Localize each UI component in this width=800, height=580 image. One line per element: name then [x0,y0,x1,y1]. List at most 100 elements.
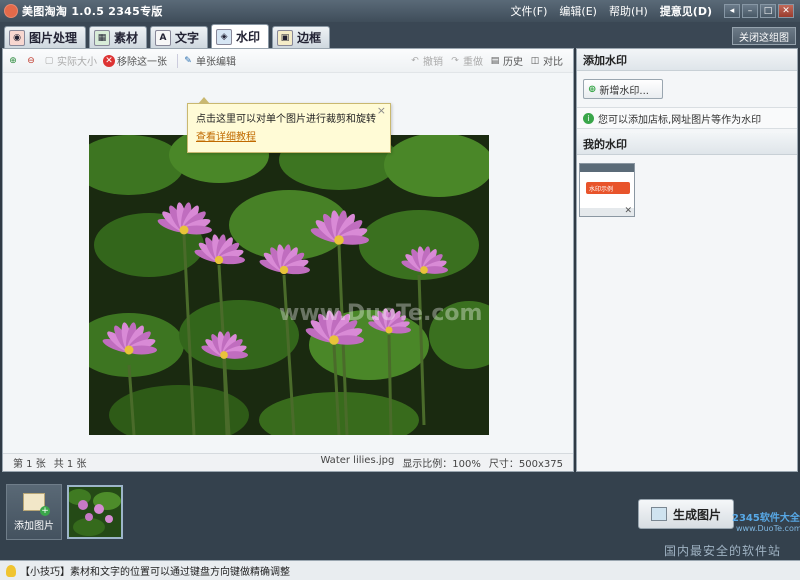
generate-image-label: 生成图片 [672,507,721,522]
watermark-info: i 您可以添加店标,网址图片等作为水印 [577,107,797,129]
add-image-icon [23,492,50,516]
delete-watermark-icon[interactable]: ✕ [624,206,632,216]
watermark-badge: 水印示例 [586,182,630,194]
menu-edit[interactable]: 编辑(E) [559,3,597,19]
add-image-label: 添加图片 [14,520,54,532]
my-watermarks-heading: 我的水印 [577,133,797,155]
watermark-icon: ◈ [216,28,233,45]
tooltip-tutorial-link[interactable]: 查看详细教程 [196,128,382,143]
add-watermark-button[interactable]: ⊕ 新增水印... [583,79,663,99]
close-image-group-button[interactable]: 关闭这组图 [732,27,796,45]
tooltip-close-icon[interactable]: × [377,104,386,117]
tab-label: 图片处理 [29,31,78,45]
compare-icon: ◫ [530,55,540,66]
image-strip: 添加图片 生成图片 2345软件大全 www.DuoTe.com 国内最安全的软… [0,472,800,560]
undo-icon: ↶ [411,55,419,66]
title-bar: 美图淘淘 1.0.5 2345专版 文件(F) 编辑(E) 帮助(H) 提意见(… [0,0,800,22]
menu-feedback[interactable]: 提意见(D) [660,3,712,19]
add-watermark-icon: ⊕ [588,83,597,95]
zoom-in-button[interactable]: ⊕ [7,55,19,67]
single-edit-label: 单张编辑 [196,57,236,68]
close-icon[interactable]: ✕ [778,4,794,18]
remove-image-label: 移除这一张 [117,57,167,68]
display-scale: 显示比例：100% [402,459,481,470]
tab-text[interactable]: A 文字 [150,26,209,48]
current-image-index: 第 1 张 [13,459,46,470]
tip-bar: 【小技巧】素材和文字的位置可以通过键盘方向键做精确调整 [0,560,800,580]
add-watermark-label: 新增水印... [599,85,649,97]
toolbar-divider [177,53,178,68]
tab-material[interactable]: ▦ 素材 [89,26,148,48]
watermark-side-panel: 添加水印 ⊕ 新增水印... i 您可以添加店标,网址图片等作为水印 我的水印 … [576,48,798,472]
generate-image-icon [650,507,667,521]
minimize-icon[interactable]: – [742,4,758,18]
lightbulb-icon [6,564,16,577]
actual-size-icon: ▢ [44,55,54,66]
zoom-in-icon: ⊕ [9,55,17,66]
add-image-button[interactable]: 添加图片 [6,484,62,540]
site-logo: 2345软件大全 [732,513,800,524]
actual-size-label: 实际大小 [57,57,97,68]
tooltip-arrow [198,97,210,104]
image-canvas: www.DuoTe.com × 点击这里可以对单个图片进行裁剪和旋转 查看详细教… [3,73,573,453]
zoom-out-button[interactable]: ⊖ [25,55,37,67]
tab-label: 素材 [114,31,139,45]
site-slogan: 国内最安全的软件站 [664,544,782,558]
image-size: 尺寸：500x375 [488,459,563,470]
redo-icon: ↷ [451,55,459,66]
maximize-icon[interactable]: □ [760,4,776,18]
app-title: 美图淘淘 1.0.5 2345专版 [22,5,163,18]
remove-icon: ✕ [103,54,115,67]
tab-bar: ◉ 图片处理 ▦ 素材 A 文字 ◈ 水印 ▣ 边框 [0,22,800,48]
single-edit-button[interactable]: ✎ 单张编辑 [182,53,236,69]
redo-label: 重做 [463,57,483,68]
photo-process-icon: ◉ [9,29,25,46]
tip-text: 【小技巧】素材和文字的位置可以通过键盘方向键做精确调整 [20,567,290,578]
text-icon: A [155,29,172,46]
remove-image-button[interactable]: ✕ 移除这一张 [103,53,167,68]
status-bar: 第 1 张 共 1 张 Water lilies.jpg 显示比例：100% 尺… [3,453,573,471]
site-url: www.DuoTe.com [736,524,800,533]
single-edit-icon: ✎ [184,55,192,66]
add-watermark-heading: 添加水印 [577,49,797,71]
photo-image: www.DuoTe.com [89,135,489,435]
toolbar-right-group: ↶ 撤销 ↷ 重做 ▤ 历史 ◫ 对比 [409,53,569,69]
material-icon: ▦ [94,29,111,46]
undo-button[interactable]: ↶ 撤销 [409,53,443,69]
tab-label: 水印 [236,30,261,44]
tab-label: 边框 [297,31,322,45]
total-image-count: 共 1 张 [53,459,87,470]
compare-label: 对比 [543,57,563,68]
history-label: 历史 [503,57,523,68]
watermark-info-text: 您可以添加店标,网址图片等作为水印 [598,114,762,126]
menu-file[interactable]: 文件(F) [510,3,547,19]
actual-size-button[interactable]: ▢ 实际大小 [43,53,97,69]
tab-frame[interactable]: ▣ 边框 [272,26,331,48]
main-panel: ⊕ ⊖ ▢ 实际大小 ✕ 移除这一张 ✎ 单张编辑 ↶ 撤销 ↷ 重做 ▤ 历史… [2,48,574,472]
generate-image-button[interactable]: 生成图片 [638,499,734,529]
history-button[interactable]: ▤ 历史 [489,53,523,69]
watermark-overlay-text: www.DuoTe.com [279,301,482,326]
edit-toolbar: ⊕ ⊖ ▢ 实际大小 ✕ 移除这一张 ✎ 单张编辑 ↶ 撤销 ↷ 重做 ▤ 历史… [3,49,573,73]
zoom-out-icon: ⊖ [27,55,35,66]
file-name: Water lilies.jpg [320,455,395,466]
window-controls: ◂ – □ ✕ [724,4,794,18]
tab-photo-process[interactable]: ◉ 图片处理 [4,26,87,48]
redo-button[interactable]: ↷ 重做 [449,53,483,69]
thumbnail-header [580,164,634,172]
info-icon: i [583,112,594,124]
menu-bar: 文件(F) 编辑(E) 帮助(H) 提意见(D) [510,3,712,19]
tab-watermark[interactable]: ◈ 水印 [211,24,270,48]
thumbnail-image [69,487,121,537]
skin-icon[interactable]: ◂ [724,4,740,18]
status-right: Water lilies.jpg 显示比例：100% 尺寸：500x375 [320,455,563,470]
app-logo-icon [4,4,18,18]
water-lilies-photo[interactable]: www.DuoTe.com [89,135,489,435]
image-thumbnail[interactable] [67,485,123,539]
single-edit-tooltip: × 点击这里可以对单个图片进行裁剪和旋转 查看详细教程 [187,97,391,153]
compare-button[interactable]: ◫ 对比 [529,53,563,69]
tab-label: 文字 [175,31,200,45]
tooltip-text: 点击这里可以对单个图片进行裁剪和旋转 [196,114,376,125]
watermark-thumbnail[interactable]: 水印示例 ✕ [579,163,635,217]
menu-help[interactable]: 帮助(H) [609,3,648,19]
